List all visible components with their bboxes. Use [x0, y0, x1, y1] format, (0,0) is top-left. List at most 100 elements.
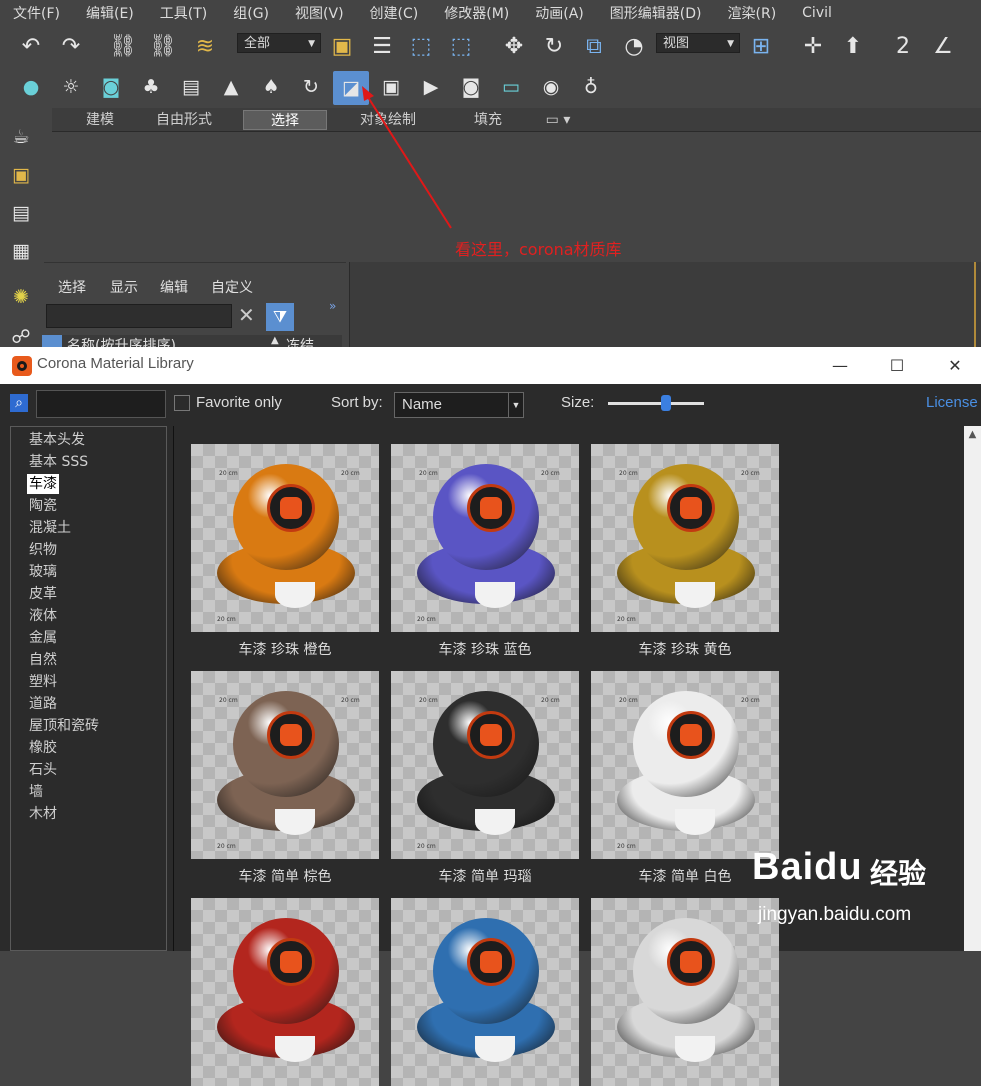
scale-label: 20 cm — [619, 697, 638, 704]
license-link[interactable]: License — [926, 394, 978, 411]
size-slider-handle[interactable] — [660, 395, 671, 411]
category-item[interactable]: 塑料 — [27, 672, 59, 692]
category-item[interactable]: 玻璃 — [27, 562, 59, 582]
scale-label: 20 cm — [417, 843, 436, 850]
material-thumbnail[interactable] — [591, 898, 779, 1086]
scale-label: 20 cm — [419, 697, 438, 704]
material-name: 车漆 简单 玛瑙 — [438, 869, 532, 885]
material-name: 车漆 珍珠 黄色 — [638, 642, 732, 658]
material-thumbnail[interactable]: 20 cm 20 cm 20 cm — [591, 444, 779, 632]
scale-label: 20 cm — [341, 697, 360, 704]
category-item[interactable]: 基本 SSS — [27, 452, 90, 472]
category-item[interactable]: 陶瓷 — [27, 496, 59, 516]
scroll-up-icon[interactable]: ▲ — [964, 426, 981, 443]
filter-icon[interactable]: ⧩ — [266, 303, 294, 331]
scale-label: 20 cm — [219, 697, 238, 704]
sort-by-dropdown[interactable]: Name ▼ — [394, 392, 524, 418]
material-thumbnail[interactable]: 20 cm 20 cm 20 cm — [191, 671, 379, 859]
scale-label: 20 cm — [217, 843, 236, 850]
material-thumbnail[interactable]: 20 cm 20 cm 20 cm — [391, 444, 579, 632]
corona-logo-icon — [667, 711, 715, 759]
category-item[interactable]: 基本头发 — [27, 430, 87, 450]
scale-label: 20 cm — [741, 470, 760, 477]
material-card[interactable]: 20 cm 20 cm 20 cm 车漆 珍珠 橙色 — [191, 444, 379, 659]
preview-cutout — [475, 582, 515, 608]
material-card[interactable]: 20 cm 20 cm 20 cm 车漆 简单 玛瑙 — [391, 671, 579, 886]
corona-logo-icon — [467, 938, 515, 986]
library-toolbar: ⌕ Favorite only Sort by: Name ▼ Size: Lic… — [0, 384, 981, 425]
material-card[interactable] — [191, 898, 379, 1086]
title-bar: Corona Material Library — ☐ ✕ — [0, 347, 981, 384]
corona-logo-icon — [467, 484, 515, 532]
corona-logo-icon — [12, 356, 32, 376]
material-card[interactable]: 20 cm 20 cm 20 cm 车漆 简单 棕色 — [191, 671, 379, 886]
scene-menu-select[interactable]: 选择 — [58, 277, 86, 297]
scale-label: 20 cm — [541, 697, 560, 704]
corona-logo-icon — [267, 711, 315, 759]
scene-menu-customize[interactable]: 自定义 — [211, 277, 253, 297]
category-item[interactable]: 墙 — [27, 782, 45, 802]
scene-menu-edit[interactable]: 编辑 — [160, 277, 188, 297]
chevron-down-icon: ▼ — [508, 393, 523, 417]
baidu-watermark: Baidu 经验 jingyan.baidu.com — [752, 842, 981, 951]
baidu-brand: Baidu — [752, 846, 863, 888]
preview-cutout — [275, 1036, 315, 1062]
preview-cutout — [675, 582, 715, 608]
preview-cutout — [275, 809, 315, 835]
corona-logo-icon — [667, 938, 715, 986]
scene-menu-display[interactable]: 显示 — [110, 277, 138, 297]
category-item[interactable]: 金属 — [27, 628, 59, 648]
material-thumbnail[interactable]: 20 cm 20 cm 20 cm — [591, 671, 779, 859]
viewport[interactable] — [349, 262, 981, 352]
material-card[interactable] — [391, 898, 579, 1086]
category-item[interactable]: 自然 — [27, 650, 59, 670]
category-item[interactable]: 液体 — [27, 606, 59, 626]
category-item[interactable]: 木材 — [27, 804, 59, 824]
search-input[interactable] — [36, 390, 166, 418]
light-lister-icon[interactable]: ✺ — [6, 282, 36, 312]
material-thumbnail[interactable]: 20 cm 20 cm 20 cm — [391, 671, 579, 859]
scale-label: 20 cm — [541, 470, 560, 477]
material-card[interactable]: 20 cm 20 cm 20 cm 车漆 简单 白色 — [591, 671, 779, 886]
search-icon: ⌕ — [10, 394, 28, 412]
category-item[interactable]: 皮革 — [27, 584, 59, 604]
favorite-only-checkbox[interactable] — [174, 395, 190, 411]
material-card[interactable]: 20 cm 20 cm 20 cm 车漆 珍珠 蓝色 — [391, 444, 579, 659]
corona-logo-icon — [267, 938, 315, 986]
scale-label: 20 cm — [617, 843, 636, 850]
category-item[interactable]: 屋顶和瓷砖 — [27, 716, 101, 736]
material-thumbnail[interactable] — [191, 898, 379, 1086]
scene-search-input[interactable] — [46, 304, 232, 328]
scale-label: 20 cm — [217, 616, 236, 623]
category-item[interactable]: 石头 — [27, 760, 59, 780]
category-item[interactable]: 橡胶 — [27, 738, 59, 758]
annotation-text: 看这里，corona材质库 — [455, 240, 622, 259]
close-button[interactable]: ✕ — [935, 351, 975, 379]
baidu-url: jingyan.baidu.com — [758, 904, 912, 925]
clear-search-icon[interactable]: ✕ — [238, 303, 255, 327]
expand-icon[interactable]: » — [329, 299, 336, 313]
preview-cutout — [675, 1036, 715, 1062]
scale-label: 20 cm — [417, 616, 436, 623]
corona-logo-icon — [267, 484, 315, 532]
preview-cutout — [675, 809, 715, 835]
material-card[interactable] — [591, 898, 779, 1086]
material-name: 车漆 珍珠 蓝色 — [438, 642, 532, 658]
corona-logo-icon — [467, 711, 515, 759]
material-name: 车漆 珍珠 橙色 — [238, 642, 332, 658]
material-card[interactable]: 20 cm 20 cm 20 cm 车漆 珍珠 黄色 — [591, 444, 779, 659]
category-item[interactable]: 道路 — [27, 694, 59, 714]
scale-label: 20 cm — [341, 470, 360, 477]
size-slider-track[interactable] — [608, 402, 704, 405]
preview-cutout — [475, 1036, 515, 1062]
category-item[interactable]: 混凝土 — [27, 518, 73, 538]
category-list: 基本头发 基本 SSS 车漆 陶瓷 混凝土 织物 玻璃 皮革 液体 金属 自然 塑料 道路 屋顶和瓷砖 橡胶… — [10, 426, 167, 951]
annotation-arrow — [362, 86, 452, 229]
minimize-button[interactable]: — — [820, 351, 860, 379]
material-thumbnail[interactable]: 20 cm 20 cm 20 cm — [191, 444, 379, 632]
material-thumbnail[interactable] — [391, 898, 579, 1086]
category-item[interactable]: 织物 — [27, 540, 59, 560]
scene-explorer: 选择 显示 编辑 自定义 ✕ ⧩ » 名称(按升序排序) ▲ 冻结 — [42, 262, 346, 353]
maximize-button[interactable]: ☐ — [877, 351, 917, 379]
category-item[interactable]: 车漆 — [27, 474, 59, 494]
